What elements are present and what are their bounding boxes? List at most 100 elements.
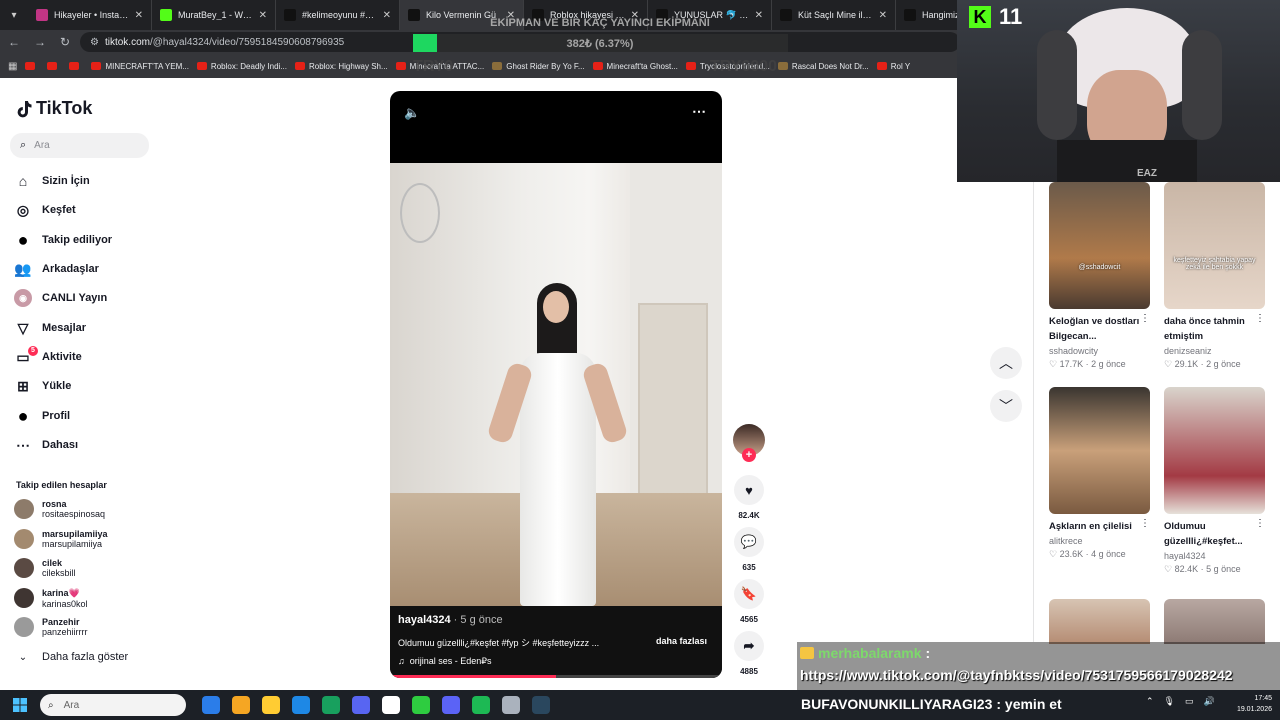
card-thumbnail[interactable] bbox=[1164, 599, 1265, 644]
back-icon[interactable]: ← bbox=[8, 35, 20, 49]
card-more-icon[interactable]: ⋮ bbox=[1140, 313, 1150, 344]
bookmark-item[interactable] bbox=[25, 62, 39, 70]
tab-close-icon[interactable]: ✕ bbox=[879, 10, 887, 21]
sidebar-item[interactable]: ◉ CANLI Yayın bbox=[14, 289, 107, 307]
video-author[interactable]: hayal4324 · 5 g önce bbox=[398, 614, 503, 626]
next-video-button[interactable]: ﹀ bbox=[990, 390, 1022, 422]
sidebar-item[interactable]: ⋯ Dahası bbox=[14, 436, 78, 454]
comment-button[interactable]: 💬 635 bbox=[733, 527, 765, 572]
taskbar-app-icon[interactable] bbox=[472, 696, 490, 714]
forward-icon[interactable]: → bbox=[34, 35, 46, 49]
like-button[interactable]: ♥ 82.4K bbox=[733, 475, 765, 520]
bookmark-item[interactable]: Roblox: Deadly Indi... bbox=[196, 62, 287, 71]
bookmark-item[interactable] bbox=[69, 62, 83, 70]
taskbar-app-icon[interactable] bbox=[532, 696, 550, 714]
card-more-icon[interactable]: ⋮ bbox=[1255, 518, 1265, 549]
followed-account[interactable]: cilek cileksbill bbox=[14, 558, 76, 578]
related-video-card[interactable]: keşfetteyiz şahtabia yapay zekâ ile ben … bbox=[1164, 182, 1265, 370]
windows-start-icon[interactable] bbox=[0, 698, 40, 712]
more-options-icon[interactable]: ⋯ bbox=[692, 103, 706, 120]
related-video-card[interactable]: Aşkların en çilelisi ⋮ alitkrece ♡ 23.6K · … bbox=[1049, 387, 1150, 560]
followed-account[interactable]: Panzehir panzehiirrrr bbox=[14, 617, 88, 637]
bookmark-item[interactable]: Minecraft'ta Ghost... bbox=[592, 61, 678, 71]
comment-count: 635 bbox=[742, 563, 756, 572]
bookmark-item[interactable]: MINECRAFT'TA YEM... bbox=[91, 62, 189, 71]
browser-tab[interactable]: Küt Saçlı Mine ile Keş ✕ bbox=[772, 0, 896, 30]
video-sound[interactable]: ♫ orijinal ses - Eden₽s bbox=[398, 656, 492, 667]
share-arrow-icon: ➦ bbox=[734, 631, 764, 661]
site-info-icon[interactable]: ⚙ bbox=[90, 37, 99, 48]
taskbar-app-icon[interactable] bbox=[232, 696, 250, 714]
taskbar-app-icon[interactable] bbox=[502, 696, 520, 714]
microphone-icon[interactable]: 🎙 bbox=[1164, 696, 1175, 707]
caption-more-button[interactable]: daha fazlası bbox=[656, 636, 707, 646]
card-author: hayal4324 bbox=[1164, 551, 1206, 561]
taskbar-app-icon[interactable] bbox=[262, 696, 280, 714]
author-avatar[interactable]: + bbox=[733, 424, 765, 462]
sidebar-item[interactable]: ● Takip ediliyor bbox=[14, 230, 113, 250]
sidebar-item[interactable]: ⊞ Yükle bbox=[14, 377, 71, 395]
bookmark-label: Minecraft'ta Ghost... bbox=[606, 61, 678, 71]
tab-close-icon[interactable]: ✕ bbox=[755, 10, 763, 21]
taskbar-clock[interactable]: 17:45 19.01.2026 bbox=[1222, 693, 1272, 715]
taskbar-app-icon[interactable] bbox=[292, 696, 310, 714]
tab-close-icon[interactable]: ✕ bbox=[135, 10, 143, 21]
tiktok-logo[interactable]: TikTok bbox=[16, 98, 92, 119]
followed-account[interactable]: rosna rositaespinosaq bbox=[14, 499, 105, 519]
show-more-button[interactable]: ⌄ Daha fazla göster bbox=[14, 648, 128, 666]
taskbar-app-icon[interactable] bbox=[352, 696, 370, 714]
save-button[interactable]: 🔖 4565 bbox=[733, 579, 765, 624]
bookmark-item[interactable]: Rol Y bbox=[876, 62, 910, 71]
upload-icon: ⊞ bbox=[17, 377, 29, 394]
tab-search-icon[interactable]: ▾ bbox=[0, 0, 28, 30]
sidebar-item[interactable]: ◎ Keşfet bbox=[14, 201, 76, 219]
url-host: tiktok.com bbox=[104, 36, 150, 48]
sidebar-item[interactable]: ⌂ Sizin İçin bbox=[14, 172, 90, 190]
thumbnail-caption: @sshadowcit bbox=[1078, 264, 1121, 271]
tab-close-icon[interactable]: ✕ bbox=[259, 10, 267, 21]
youtube-favicon-icon bbox=[685, 62, 696, 70]
taskbar-app-icon[interactable] bbox=[382, 696, 400, 714]
sidebar-item[interactable]: ▭ 5 Aktivite bbox=[14, 346, 82, 366]
browser-tab[interactable]: MuratBey_1 - Watch ✕ bbox=[152, 0, 276, 30]
browser-tab[interactable]: Hikayeler • Instagram ✕ bbox=[28, 0, 152, 30]
card-more-icon[interactable]: ⋮ bbox=[1255, 313, 1265, 344]
video-progress-track[interactable] bbox=[390, 675, 722, 678]
avatar bbox=[14, 499, 34, 519]
related-video-card[interactable]: @sshadowcit Keloğlan ve dostları Bilgecan… bbox=[1049, 182, 1150, 370]
card-more-icon[interactable]: ⋮ bbox=[1140, 518, 1150, 534]
followed-account[interactable]: karina💗 karinas0kol bbox=[14, 588, 88, 609]
share-button[interactable]: ➦ 4885 bbox=[733, 631, 765, 676]
previous-video-button[interactable]: ︿ bbox=[990, 347, 1022, 379]
search-input[interactable]: ⌕ Ara bbox=[10, 133, 149, 158]
sidebar-item[interactable]: ● Profil bbox=[14, 406, 71, 426]
bookmark-item[interactable]: Roblox: Highway Sh... bbox=[294, 62, 388, 71]
reload-icon[interactable]: ↻ bbox=[60, 35, 70, 49]
volume-icon[interactable]: 🔈 bbox=[404, 105, 420, 121]
hat-ear-left bbox=[1037, 30, 1077, 140]
video-player[interactable]: 🔈 ⋯ hayal4324 · 5 g önce Oldumuu güzelll… bbox=[390, 91, 722, 678]
taskbar-app-icon[interactable] bbox=[442, 696, 460, 714]
video-frame bbox=[390, 163, 722, 606]
volume-icon[interactable]: 🔊 bbox=[1204, 696, 1215, 707]
sidebar-item-label: Sizin İçin bbox=[42, 175, 90, 187]
taskbar-search-input[interactable]: ⌕ Ara bbox=[40, 694, 186, 716]
browser-tab[interactable]: #kelimeoyunu #aliihs ✕ bbox=[276, 0, 400, 30]
url-path: /@hayal4324/video/7595184590608796935 bbox=[149, 36, 345, 48]
sidebar-item[interactable]: ▽ Mesajlar bbox=[14, 319, 86, 337]
tab-close-icon[interactable]: ✕ bbox=[383, 10, 391, 21]
related-video-card[interactable]: Oldumuu güzellli¿#keşfet... ⋮ hayal4324 ♡ 8… bbox=[1164, 387, 1265, 575]
card-thumbnail[interactable] bbox=[1049, 599, 1150, 644]
bookmark-item[interactable]: Ghost Rider By Yo F... bbox=[492, 62, 585, 71]
taskbar-app-icon[interactable] bbox=[202, 696, 220, 714]
taskbar-app-icon[interactable] bbox=[322, 696, 340, 714]
apps-grid-icon[interactable]: ▦ bbox=[8, 61, 17, 72]
tray-chevron-up-icon[interactable]: ⌃ bbox=[1146, 696, 1154, 707]
bookmark-item[interactable] bbox=[47, 62, 61, 70]
sidebar-item[interactable]: 👥 Arkadaşlar bbox=[14, 260, 99, 278]
taskbar-app-icon[interactable] bbox=[412, 696, 430, 714]
bookmark-item[interactable]: Rascal Does Not Dr... bbox=[777, 62, 869, 71]
network-icon[interactable]: ▭ bbox=[1185, 696, 1194, 707]
followed-account[interactable]: marsupilamiiya marsupilamiiya bbox=[14, 528, 108, 549]
follow-plus-icon[interactable]: + bbox=[742, 448, 756, 462]
